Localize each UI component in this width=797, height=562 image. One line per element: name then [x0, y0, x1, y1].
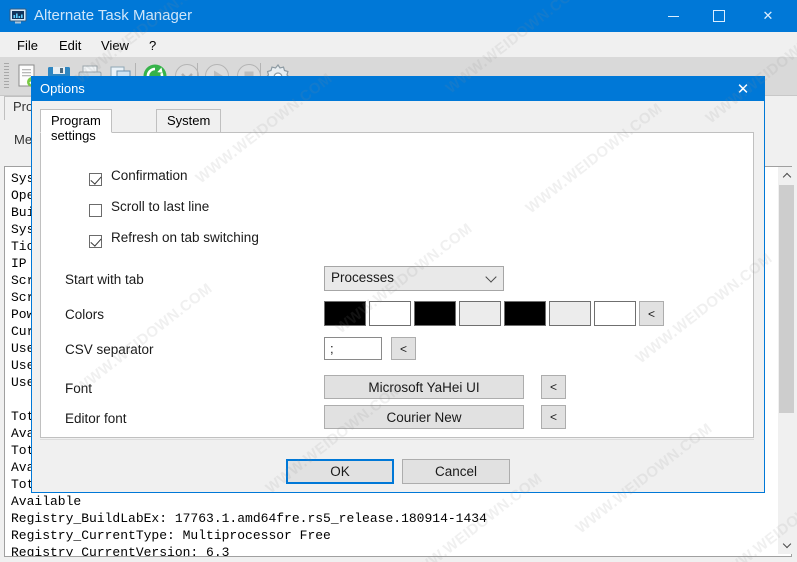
csv-separator-input[interactable]: ;: [324, 337, 382, 360]
ok-button[interactable]: OK: [286, 459, 394, 484]
scroll-down-arrow-icon[interactable]: [778, 537, 795, 554]
scroll-to-last-line-label: Scroll to last line: [111, 199, 210, 214]
start-with-tab-label: Start with tab: [65, 272, 144, 287]
info-line: Registry_CurrentVersion: 6.3: [11, 545, 230, 557]
refresh-on-tab-switching-checkbox[interactable]: [89, 235, 102, 248]
scroll-to-last-line-checkbox[interactable]: [89, 204, 102, 217]
dialog-title: Options: [40, 81, 85, 96]
editor-font-label: Editor font: [65, 411, 127, 426]
minimize-button[interactable]: [650, 0, 696, 32]
csv-separator-pick-button[interactable]: <: [391, 337, 416, 360]
dialog-body: Program settings System Confirmation Scr…: [32, 101, 764, 492]
maximize-button[interactable]: [696, 0, 742, 32]
confirmation-label: Confirmation: [111, 168, 188, 183]
csv-separator-label: CSV separator: [65, 342, 154, 357]
cancel-button[interactable]: Cancel: [402, 459, 510, 484]
application-window: Alternate Task Manager ✕ File Edit View …: [0, 0, 797, 562]
menu-item-file[interactable]: File: [8, 36, 47, 55]
dialog-close-icon[interactable]: ✕: [722, 77, 764, 101]
colors-pick-button[interactable]: <: [639, 301, 664, 326]
dialog-footer: [40, 439, 754, 485]
menu-item-help[interactable]: ?: [140, 36, 165, 55]
program-settings-page: Confirmation Scroll to last line Refresh…: [40, 132, 754, 465]
color-swatch-7[interactable]: [594, 301, 636, 326]
color-swatch-5[interactable]: [504, 301, 546, 326]
color-swatch-4[interactable]: [459, 301, 501, 326]
font-button[interactable]: Microsoft YaHei UI: [324, 375, 524, 399]
color-swatch-1[interactable]: [324, 301, 366, 326]
color-swatch-6[interactable]: [549, 301, 591, 326]
start-with-tab-combo[interactable]: Processes: [324, 266, 504, 291]
info-line: Registry_CurrentType: Multiprocessor Fre…: [11, 528, 331, 543]
tab-system[interactable]: System: [156, 109, 222, 133]
tab-program-settings[interactable]: Program settings: [40, 109, 112, 143]
color-swatch-2[interactable]: [369, 301, 411, 326]
menu-bar: File Edit View ?: [0, 32, 797, 57]
chevron-down-icon: [485, 271, 497, 283]
font-label: Font: [65, 381, 93, 396]
info-line: IP: [11, 256, 27, 271]
refresh-on-tab-switching-label: Refresh on tab switching: [111, 230, 259, 245]
editor-font-button[interactable]: Courier New: [324, 405, 524, 429]
menu-item-view[interactable]: View: [92, 36, 138, 55]
font-pick-button[interactable]: <: [541, 375, 566, 399]
scrollbar-thumb[interactable]: [779, 185, 794, 413]
csv-separator-value: ;: [330, 341, 334, 356]
confirmation-checkbox[interactable]: [89, 173, 102, 186]
menu-item-edit[interactable]: Edit: [50, 36, 90, 55]
monitor-icon: [9, 8, 27, 24]
color-swatch-3[interactable]: [414, 301, 456, 326]
start-with-tab-value: Processes: [331, 270, 395, 285]
dialog-title-bar: Options ✕: [32, 77, 764, 101]
vertical-scrollbar[interactable]: [778, 167, 795, 554]
toolbar-grip[interactable]: [4, 63, 9, 89]
main-title-bar: Alternate Task Manager ✕: [0, 0, 797, 32]
info-line: Available: [11, 494, 82, 509]
options-dialog: Options ✕ Program settings System Confir…: [31, 76, 765, 493]
close-icon[interactable]: ✕: [745, 0, 791, 32]
colors-label: Colors: [65, 307, 105, 322]
editor-font-pick-button[interactable]: <: [541, 405, 566, 429]
window-title: Alternate Task Manager: [34, 7, 193, 24]
scroll-up-arrow-icon[interactable]: [778, 167, 795, 184]
info-line: Registry_BuildLabEx: 17763.1.amd64fre.rs…: [11, 511, 487, 526]
